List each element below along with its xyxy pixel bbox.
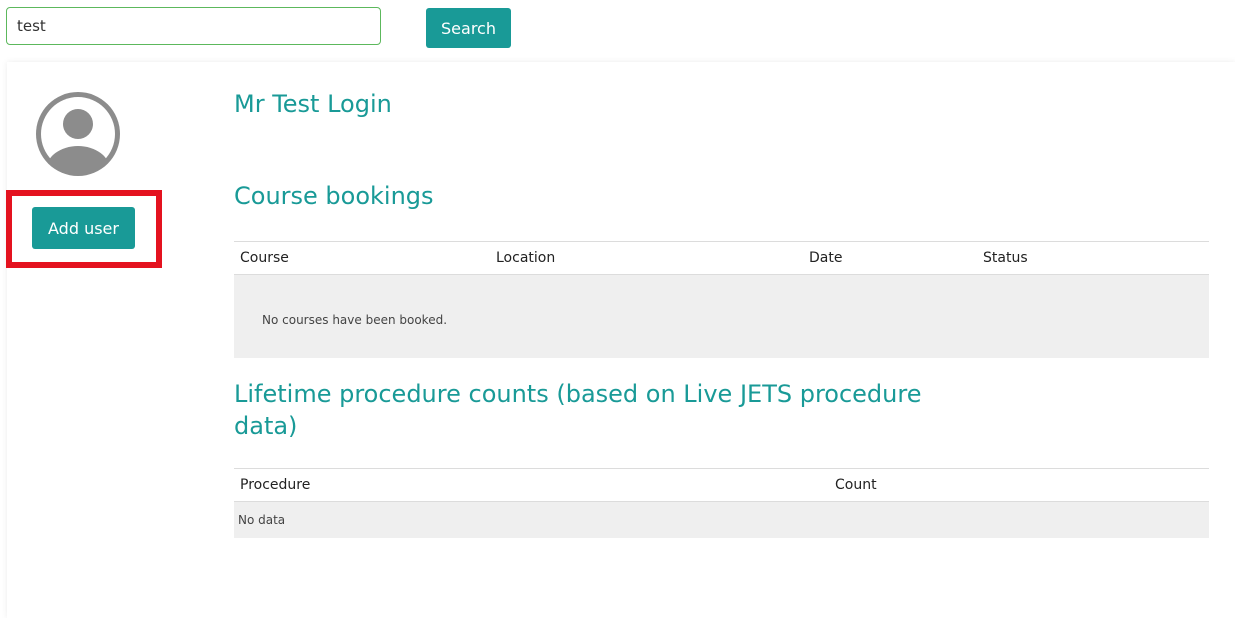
procedure-counts-title: Lifetime procedure counts (based on Live… [234, 380, 922, 440]
column-header-course: Course [240, 250, 289, 266]
column-header-status: Status [983, 250, 1028, 266]
course-bookings-title: Course bookings [234, 182, 434, 210]
table-header: Course Location Date Status [234, 241, 1209, 275]
user-avatar-icon [36, 92, 120, 176]
top-search-bar: Search [0, 0, 1235, 60]
course-bookings-table: Course Location Date Status No courses h… [234, 241, 1209, 358]
user-name-title: Mr Test Login [234, 90, 392, 118]
empty-bookings-message: No courses have been booked. [262, 313, 448, 327]
column-header-count: Count [835, 477, 877, 493]
column-header-procedure: Procedure [240, 477, 311, 493]
column-header-location: Location [496, 250, 556, 266]
add-user-button[interactable]: Add user [32, 207, 135, 249]
empty-procedures-message: No data [238, 513, 286, 527]
table-body: No data [234, 502, 1209, 538]
table-body: No courses have been booked. [234, 275, 1209, 358]
column-header-date: Date [809, 250, 843, 266]
table-header: Procedure Count [234, 468, 1209, 502]
search-button[interactable]: Search [426, 8, 511, 48]
search-input[interactable] [6, 7, 381, 45]
procedure-counts-table: Procedure Count No data [234, 468, 1209, 538]
